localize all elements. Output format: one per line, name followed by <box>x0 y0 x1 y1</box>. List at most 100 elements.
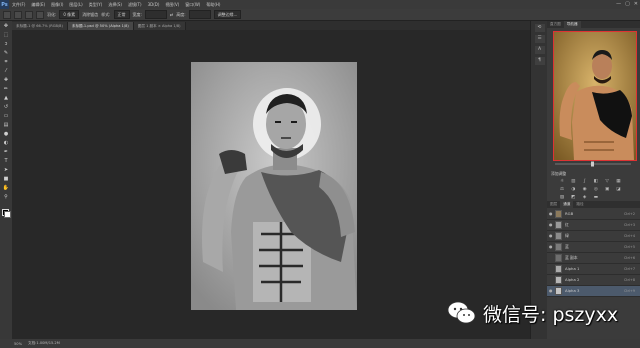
adjustments-icons: ☼ ▥ ∫ ◧ ▽ ▦ ⚖ ◑ ◉ ◎ ▣ ◪ ▨ ◩ ◈ ▬ <box>557 178 633 202</box>
crop-tool-icon[interactable]: ⌗ <box>2 59 10 66</box>
channel-row[interactable]: ● RGB Ctrl+2 <box>547 209 640 220</box>
vibrance-icon[interactable]: ▽ <box>604 179 610 185</box>
channel-shortcut: Ctrl+9 <box>623 289 635 293</box>
zoom-tool-icon[interactable]: ⚲ <box>2 194 10 201</box>
marquee-tool-icon[interactable]: ⬚ <box>2 32 10 39</box>
hand-tool-icon[interactable]: ✋ <box>2 185 10 192</box>
quick-select-tool-icon[interactable]: ✎ <box>2 50 10 57</box>
pen-tool-icon[interactable]: ✒ <box>2 149 10 156</box>
visibility-eye-icon[interactable] <box>549 277 553 282</box>
channel-shortcut: Ctrl+7 <box>623 267 635 271</box>
brightness-contrast-icon[interactable]: ☼ <box>559 179 565 185</box>
maximize-icon[interactable]: ▢ <box>625 1 630 7</box>
menu-layer[interactable]: 图层(L) <box>66 2 85 8</box>
wechat-logo-icon <box>447 301 476 324</box>
menu-image[interactable]: 图像(I) <box>48 2 66 8</box>
eyedropper-tool-icon[interactable]: ⁄ <box>2 68 10 75</box>
channel-mixer-icon[interactable]: ◎ <box>593 187 599 193</box>
refine-edge-button[interactable]: 调整边缘... <box>213 10 242 19</box>
visibility-eye-icon[interactable]: ● <box>549 244 553 249</box>
channel-row[interactable]: Alpha 1 Ctrl+7 <box>547 264 640 275</box>
tab-histogram[interactable]: 直方图 <box>547 21 564 28</box>
document-tab-active[interactable]: 未标题-1.psd @ 50% (Alpha 1/8) <box>67 22 134 30</box>
channel-row[interactable]: ● 绿 Ctrl+4 <box>547 231 640 242</box>
marquee-preset-icon[interactable] <box>3 10 11 19</box>
wechat-watermark: 微信号: pszyxx <box>447 296 637 330</box>
history-brush-tool-icon[interactable]: ↺ <box>2 104 10 111</box>
channel-thumbnail <box>555 265 562 273</box>
blur-tool-icon[interactable]: ● <box>2 131 10 138</box>
gradient-tool-icon[interactable]: ▤ <box>2 122 10 129</box>
document-image[interactable] <box>191 62 357 310</box>
paragraph-panel-icon[interactable]: ¶ <box>534 57 545 65</box>
menu-view[interactable]: 视图(V) <box>162 2 182 8</box>
menu-help[interactable]: 帮助(H) <box>203 2 223 8</box>
visibility-eye-icon[interactable]: ● <box>549 233 553 238</box>
properties-panel-icon[interactable]: ☰ <box>534 35 545 43</box>
curves-icon[interactable]: ∫ <box>582 179 588 185</box>
channel-shortcut: Ctrl+3 <box>623 223 635 227</box>
visibility-eye-icon[interactable] <box>549 255 553 260</box>
options-bar: 羽化: 0 像素 消除锯齿 样式: 正常 宽度: ⇄ 高度: 调整边缘... <box>0 9 640 21</box>
feather-input[interactable]: 0 像素 <box>59 10 80 19</box>
right-panels: 直方图 导航器 添加调整 ☼ ▥ ∫ ◧ ▽ ▦ ⚖ ◑ ◉ ◎ ▣ ◪ ▨ ◩… <box>547 21 640 339</box>
color-balance-icon[interactable]: ⚖ <box>559 187 565 193</box>
menu-filter[interactable]: 滤镜(T) <box>125 2 145 8</box>
close-icon[interactable]: ✕ <box>634 1 638 7</box>
menu-3d[interactable]: 3D(D) <box>145 2 163 7</box>
shape-tool-icon[interactable]: ■ <box>2 176 10 183</box>
path-select-tool-icon[interactable]: ➤ <box>2 167 10 174</box>
visibility-eye-icon[interactable]: ● <box>549 222 553 227</box>
healing-tool-icon[interactable]: ✚ <box>2 77 10 84</box>
channel-row[interactable]: ● 蓝 Ctrl+5 <box>547 242 640 253</box>
channel-row[interactable]: ● 红 Ctrl+3 <box>547 220 640 231</box>
levels-icon[interactable]: ▥ <box>570 179 576 185</box>
add-selection-icon[interactable] <box>25 10 33 19</box>
color-lookup-icon[interactable]: ▣ <box>604 187 610 193</box>
type-tool-icon[interactable]: T <box>2 158 10 165</box>
brush-tool-icon[interactable]: ✏ <box>2 86 10 93</box>
tab-navigator[interactable]: 导航器 <box>563 21 581 28</box>
navigator-preview[interactable] <box>553 31 637 161</box>
visibility-eye-icon[interactable] <box>549 266 553 271</box>
background-color-swatch[interactable] <box>4 211 11 218</box>
eraser-tool-icon[interactable]: ▭ <box>2 113 10 120</box>
channel-row[interactable]: 蓝 副本 Ctrl+6 <box>547 253 640 264</box>
minimize-icon[interactable]: — <box>616 1 621 7</box>
status-bar: 50% 文档:1.00M/15.2M <box>0 339 640 348</box>
exposure-icon[interactable]: ◧ <box>593 179 599 185</box>
photo-filter-icon[interactable]: ◉ <box>582 187 588 193</box>
document-tab[interactable]: 未标题-1 @ 66.7% (RGB/8) <box>12 22 68 30</box>
width-input[interactable] <box>144 10 167 19</box>
move-tool-icon[interactable]: ✥ <box>2 23 10 30</box>
menu-window[interactable]: 窗口(W) <box>182 2 203 8</box>
hue-saturation-icon[interactable]: ▦ <box>615 179 621 185</box>
navigator-zoom-slider[interactable] <box>551 161 637 167</box>
menu-type[interactable]: 类型(Y) <box>86 2 106 8</box>
document-tab[interactable]: 图层 1 副本 × Alpha 1/8) <box>133 22 186 30</box>
style-select[interactable]: 正常 <box>113 10 130 19</box>
feather-label: 羽化: <box>47 11 57 17</box>
character-panel-icon[interactable]: A <box>534 46 545 54</box>
visibility-eye-icon[interactable]: ● <box>549 211 553 216</box>
watermark-text: 微信号: pszyxx <box>483 303 619 326</box>
channel-row[interactable]: Alpha 2 Ctrl+8 <box>547 275 640 286</box>
stamp-tool-icon[interactable]: ▲ <box>2 95 10 102</box>
history-panel-icon[interactable]: ⟲ <box>534 24 545 32</box>
channel-shortcut: Ctrl+5 <box>623 245 635 249</box>
antialias-label[interactable]: 消除锯齿 <box>82 12 98 18</box>
lasso-tool-icon[interactable]: ↄ <box>2 41 10 48</box>
dodge-tool-icon[interactable]: ◐ <box>2 140 10 147</box>
invert-icon[interactable]: ◪ <box>615 187 621 193</box>
height-input[interactable] <box>188 10 211 19</box>
menu-file[interactable]: 文件(F) <box>9 2 28 8</box>
channel-name: 蓝 副本 <box>565 255 578 260</box>
subtract-selection-icon[interactable] <box>36 10 44 19</box>
visibility-eye-icon[interactable]: ● <box>549 288 553 293</box>
menu-edit[interactable]: 编辑(E) <box>28 2 48 8</box>
menu-select[interactable]: 选择(S) <box>105 2 125 8</box>
zoom-level[interactable]: 50% <box>14 342 22 346</box>
new-selection-icon[interactable] <box>14 10 22 19</box>
black-white-icon[interactable]: ◑ <box>570 187 576 193</box>
swap-icon[interactable]: ⇄ <box>170 12 173 17</box>
